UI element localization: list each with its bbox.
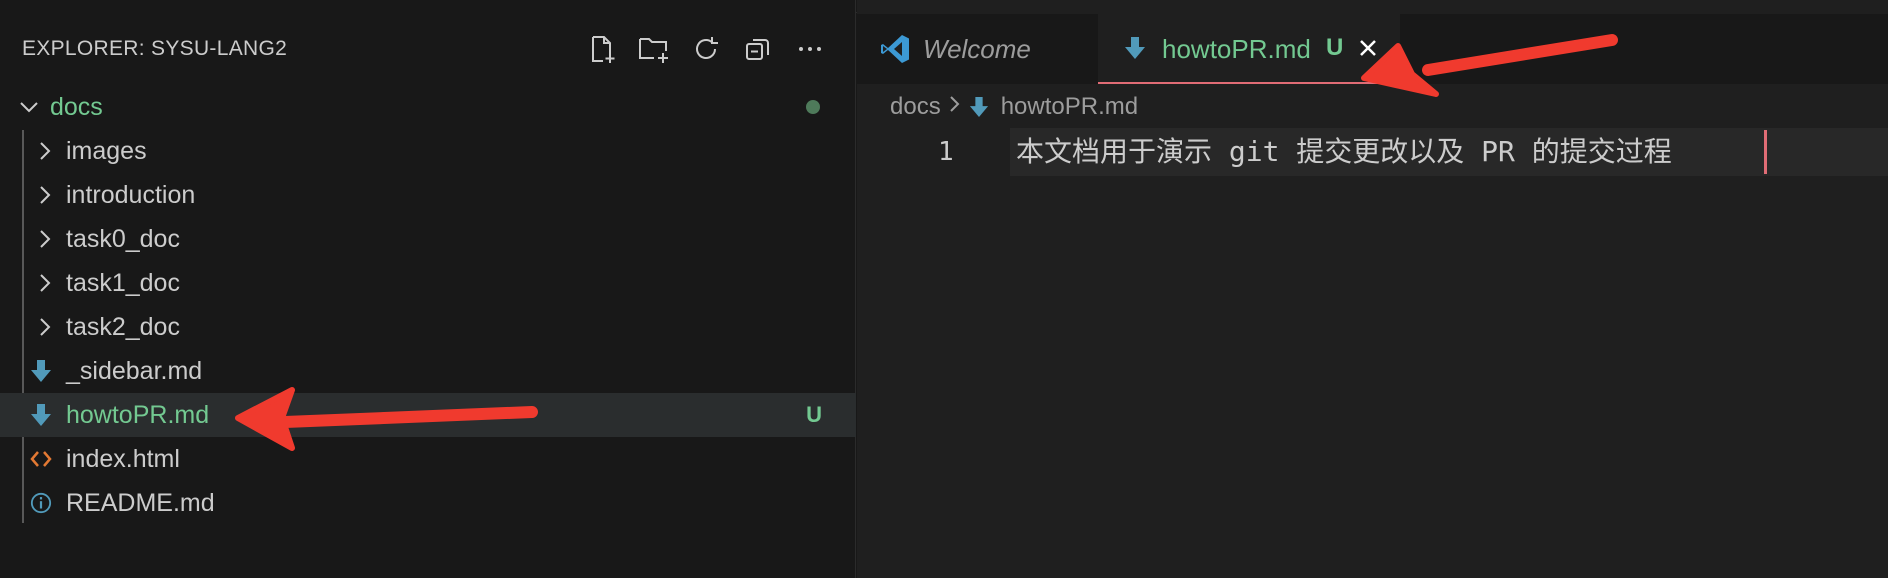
new-file-icon[interactable] xyxy=(576,30,628,68)
tab-title: howtoPR.md xyxy=(1162,34,1311,64)
markdown-icon xyxy=(969,96,989,118)
chevron-right-icon xyxy=(949,93,961,121)
tree-folder-images[interactable]: images xyxy=(0,129,856,173)
explorer-title: EXPLORER: SYSU-LANG2 xyxy=(22,37,288,60)
chevron-down-icon xyxy=(20,98,38,116)
editor-area xyxy=(857,0,1888,578)
html-icon xyxy=(30,447,52,471)
tree-item-label: howtoPR.md xyxy=(66,400,210,429)
chevron-right-icon xyxy=(36,318,54,336)
breadcrumb-folder[interactable]: docs xyxy=(890,93,941,121)
more-icon[interactable] xyxy=(784,30,836,68)
breadcrumb-file[interactable]: howtoPR.md xyxy=(1001,93,1138,121)
tab-title: Welcome xyxy=(923,34,1031,64)
tree-folder-task0-doc[interactable]: task0_doc xyxy=(0,217,856,261)
tree-item-label: _sidebar.md xyxy=(66,356,203,385)
explorer-sidebar: EXPLORER: SYSU-LANG2 docs images introdu… xyxy=(0,0,856,578)
close-icon[interactable] xyxy=(1356,36,1380,65)
tab-bar: Welcome howtoPR.md U xyxy=(857,14,1888,84)
tree-item-label: task1_doc xyxy=(66,268,180,297)
markdown-icon xyxy=(1124,36,1146,65)
tree-item-label: introduction xyxy=(66,180,196,209)
tree-file-readme-md[interactable]: README.md xyxy=(0,481,856,525)
modified-dot-icon xyxy=(806,100,820,114)
new-folder-icon[interactable] xyxy=(628,30,680,68)
chevron-right-icon xyxy=(36,274,54,292)
breadcrumb: docs howtoPR.md xyxy=(890,90,1138,124)
markdown-icon xyxy=(30,403,52,427)
tree-item-label: images xyxy=(66,136,147,165)
refresh-icon[interactable] xyxy=(680,30,732,68)
chevron-right-icon xyxy=(36,142,54,160)
collapse-all-icon[interactable] xyxy=(732,30,784,68)
text-cursor xyxy=(1764,130,1767,174)
code-line[interactable]: 本文档用于演示 git 提交更改以及 PR 的提交过程 xyxy=(1016,128,1672,176)
tree-item-label: task0_doc xyxy=(66,224,180,253)
tree-folder-task2-doc[interactable]: task2_doc xyxy=(0,305,856,349)
tree-folder-label: docs xyxy=(50,92,103,121)
git-untracked-badge: U xyxy=(1326,34,1344,61)
markdown-icon xyxy=(30,359,52,383)
vscode-logo-icon xyxy=(879,33,911,70)
tree-folder-introduction[interactable]: introduction xyxy=(0,173,856,217)
explorer-actions xyxy=(576,30,836,68)
tree-file-sidebar-md[interactable]: _sidebar.md xyxy=(0,349,856,393)
tree-file-howtopr-md[interactable]: howtoPR.md U xyxy=(0,393,856,437)
chevron-right-icon xyxy=(36,230,54,248)
info-icon xyxy=(30,491,52,515)
chevron-right-icon xyxy=(36,186,54,204)
line-number: 1 xyxy=(938,137,954,167)
tab-howtopr-md[interactable]: howtoPR.md U xyxy=(1098,14,1400,84)
tab-welcome[interactable]: Welcome xyxy=(857,14,1097,84)
tree-file-index-html[interactable]: index.html xyxy=(0,437,856,481)
tree-item-label: README.md xyxy=(66,488,215,517)
git-untracked-badge: U xyxy=(806,402,822,427)
tree-item-label: index.html xyxy=(66,444,180,473)
tree-folder-task1-doc[interactable]: task1_doc xyxy=(0,261,856,305)
tree-folder-docs[interactable]: docs xyxy=(0,85,856,129)
tree-item-label: task2_doc xyxy=(66,312,180,341)
